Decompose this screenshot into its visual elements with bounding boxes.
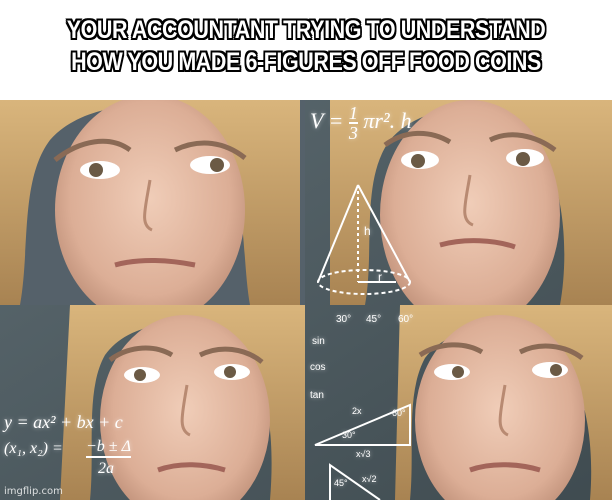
- quadratic-points: (x₁, x₂) =: [4, 440, 63, 457]
- panel-top-left: [0, 100, 305, 325]
- quadratic-equation: y = ax² + bx + c: [4, 412, 123, 432]
- tri-label-45: 45°: [334, 478, 348, 488]
- trig-row-cos: cos: [310, 362, 326, 373]
- trig-row-sin: sin: [312, 336, 325, 347]
- caption-area: YOUR ACCOUNTANT TRYING TO UNDERSTAND HOW…: [0, 0, 612, 100]
- tri-label-60: 60°: [392, 408, 406, 418]
- trig-angle-60: 60°: [398, 314, 414, 325]
- meme-image: V = 1 3 πr². h h r 30° 45° 60° sin cos t…: [0, 100, 612, 500]
- cone-radius-label: r: [378, 270, 382, 284]
- quadratic-numerator: −b ± Δ: [86, 438, 131, 458]
- trig-angle-30: 30°: [336, 314, 352, 325]
- volume-formula: V = 1 3 πr². h: [310, 103, 412, 143]
- quadratic-denominator: 2a: [98, 460, 114, 477]
- tri-label-30: 30°: [342, 430, 356, 440]
- imgflip-watermark: imgflip.com: [4, 486, 63, 497]
- trig-row-tan: tan: [310, 390, 324, 401]
- volume-frac-den: 3: [348, 123, 358, 143]
- caption-line-1: YOUR ACCOUNTANT TRYING TO UNDERSTAND: [66, 16, 546, 44]
- trig-angle-45: 45°: [366, 314, 382, 325]
- volume-frac-num: 1: [348, 103, 358, 124]
- caption-line-2: HOW YOU MADE 6-FIGURES OFF FOOD COINS: [71, 48, 541, 76]
- tri-label-x-root2: x√2: [362, 474, 377, 484]
- tri-label-2x: 2x: [352, 406, 362, 416]
- cone-height-label: h: [364, 224, 371, 238]
- tri-label-x-root3: x√3: [356, 449, 371, 459]
